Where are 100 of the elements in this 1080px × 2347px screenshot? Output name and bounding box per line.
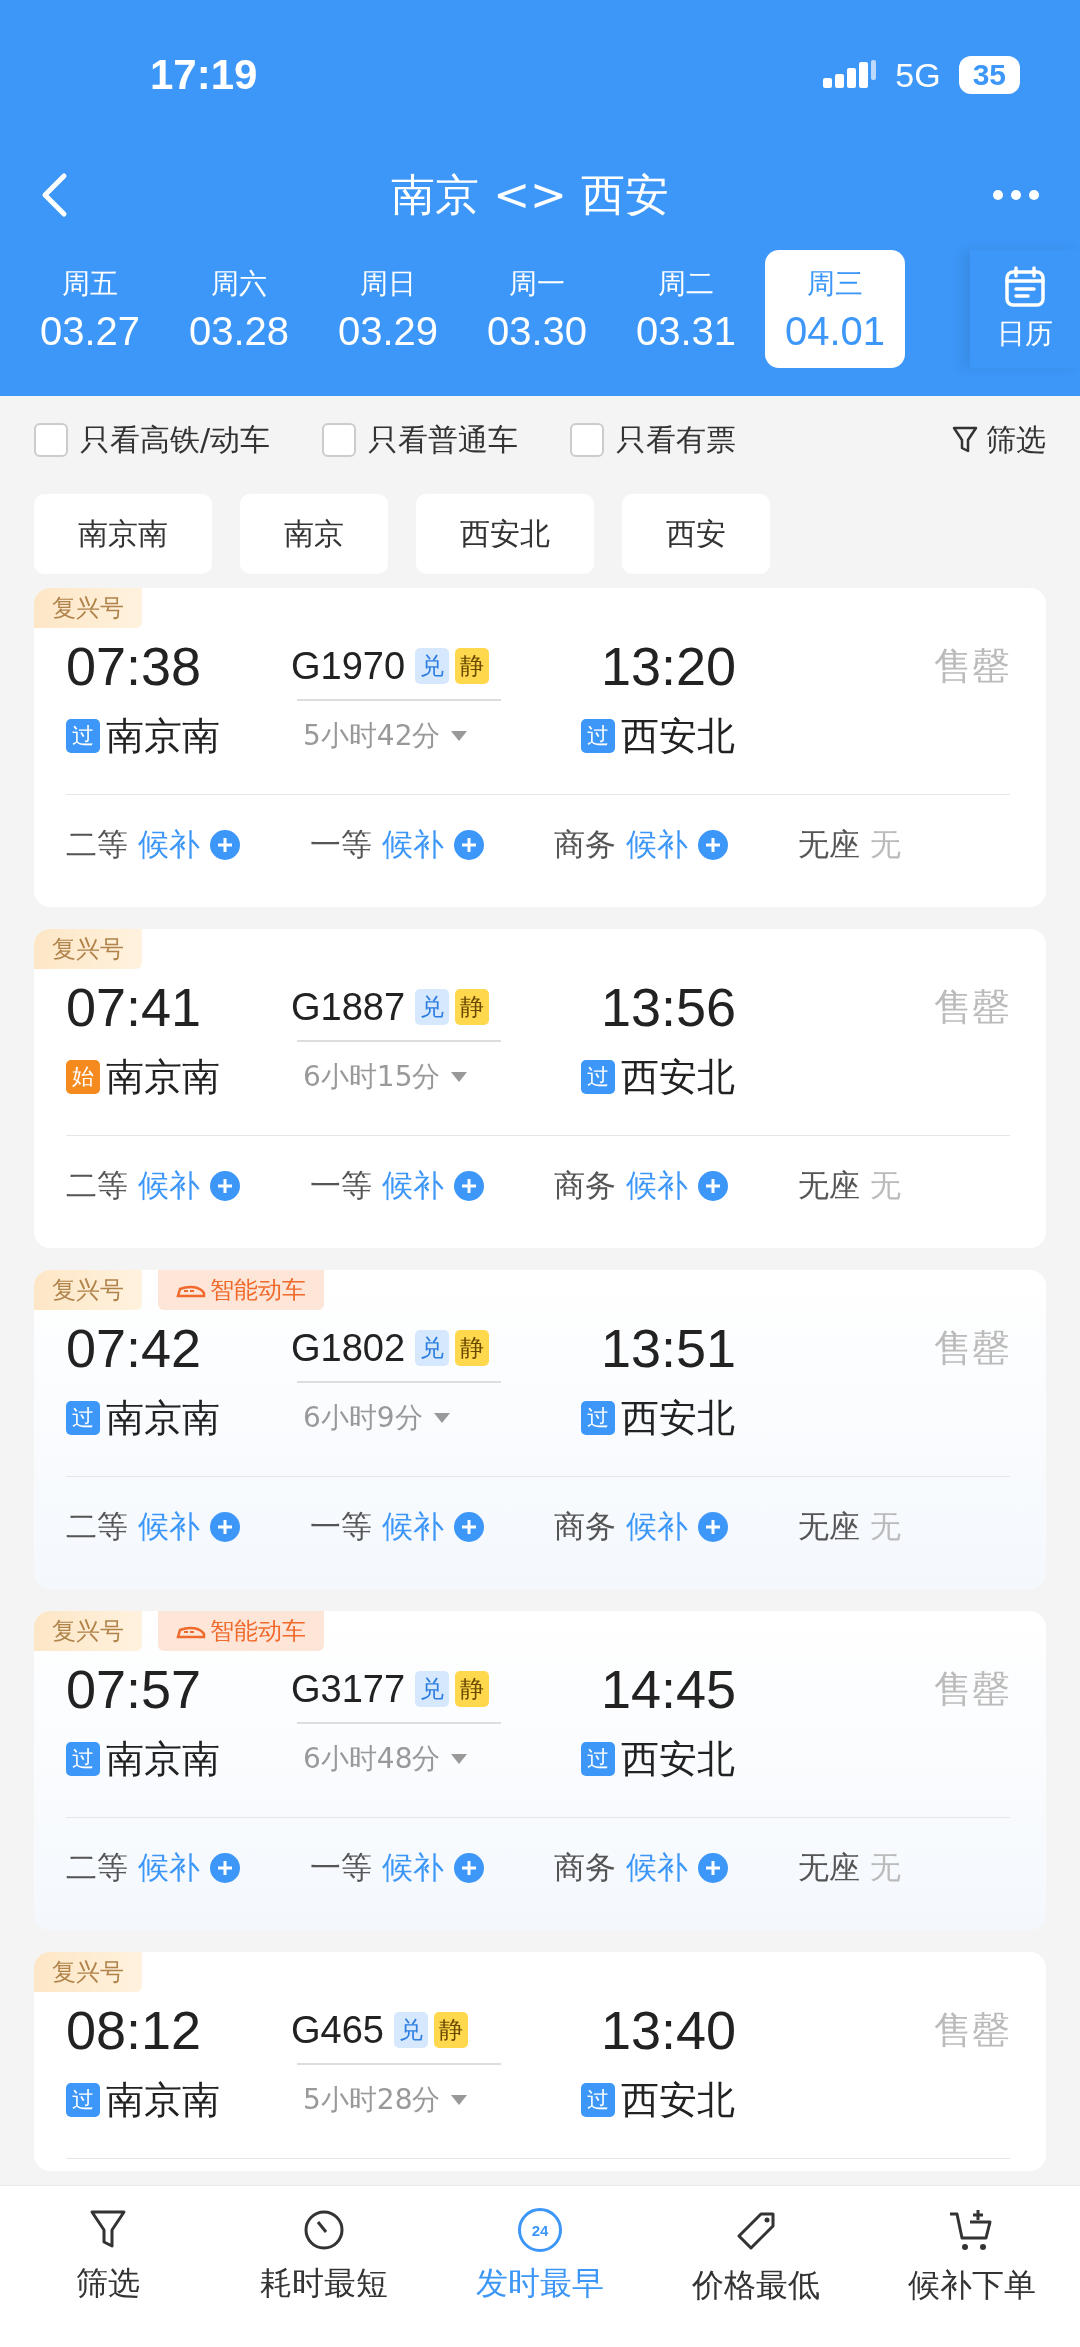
departure-time: 08:12: [66, 1999, 203, 2061]
checkbox[interactable]: [322, 423, 357, 457]
nav-tab[interactable]: 耗时最短: [229, 2208, 419, 2306]
caret-icon: [450, 2094, 469, 2106]
checkbox[interactable]: [34, 423, 68, 457]
date-tab[interactable]: 周二 03.31: [616, 250, 756, 368]
caret-icon: [432, 1412, 451, 1424]
arrival-station: 西安北: [621, 1053, 735, 1101]
plus-icon[interactable]: [698, 1512, 728, 1542]
train-badge: 兑: [415, 1671, 450, 1707]
seat-availability[interactable]: 候补: [382, 1847, 444, 1889]
train-number: G1887: [291, 985, 406, 1029]
nav-tab[interactable]: 候补下单: [877, 2208, 1067, 2308]
seat-class: 一等: [310, 1507, 372, 1546]
filter-label[interactable]: 只看普通车: [368, 419, 519, 461]
more-icon[interactable]: [992, 189, 1040, 201]
duration[interactable]: 5小时42分: [291, 717, 469, 755]
nav-tab[interactable]: 价格最低: [661, 2208, 851, 2308]
arrival-station: 西安北: [621, 2076, 735, 2124]
date-tab[interactable]: 周五 03.27: [20, 250, 160, 368]
train-badge: 静: [455, 1330, 490, 1366]
seat-availability: 无: [870, 825, 901, 864]
seat-class: 二等: [66, 1166, 128, 1205]
seat-class: 商务: [554, 1166, 616, 1205]
seat-availability[interactable]: 候补: [626, 1847, 688, 1889]
arrival-time: 13:56: [600, 976, 738, 1038]
station-mark: 过: [66, 1401, 100, 1435]
seat-availability[interactable]: 候补: [138, 1506, 200, 1548]
arrival-station: 西安北: [621, 712, 735, 760]
station-chip[interactable]: 南京: [240, 494, 388, 574]
departure-station: 南京南: [106, 1053, 220, 1101]
train-card[interactable]: 复兴号 07:38 G1970 兑 静 13:20 售罄 过 南京南 5小时42分 过 西安北 二等 候补 一等 候补 商务 候补 无座 无: [34, 588, 1046, 907]
date-tab[interactable]: 周一 03.30: [467, 250, 607, 368]
seat-class: 无座: [798, 1507, 860, 1546]
plus-icon[interactable]: [698, 1171, 728, 1201]
calendar-button[interactable]: 日历: [970, 250, 1080, 368]
plus-icon[interactable]: [454, 1171, 484, 1201]
train-card[interactable]: 复兴号 智能动车 07:42 G1802 兑 静 13:51 售罄 过 南京南 6小时9分 过 西安北 二等 候补 一等 候补 商务 候补 无座 无: [34, 1270, 1046, 1589]
seat-class: 一等: [310, 825, 372, 864]
seat-availability[interactable]: 候补: [626, 824, 688, 866]
station-mark: 过: [66, 719, 100, 753]
arrival-time: 13:51: [600, 1317, 738, 1379]
station-chip[interactable]: 南京南: [34, 494, 212, 574]
nav-tab[interactable]: 筛选: [13, 2208, 203, 2306]
departure-time: 07:38: [66, 635, 203, 697]
plus-icon[interactable]: [454, 1853, 484, 1883]
network-label: 5G: [895, 55, 941, 95]
departure-time: 07:42: [66, 1317, 203, 1379]
seat-class: 二等: [66, 825, 128, 864]
seat-availability[interactable]: 候补: [382, 824, 444, 866]
date-tab[interactable]: 周六 03.28: [169, 250, 309, 368]
duration[interactable]: 6小时15分: [291, 1058, 469, 1096]
plus-icon[interactable]: [210, 1171, 240, 1201]
train-tag: 复兴号: [34, 588, 142, 628]
duration[interactable]: 6小时48分: [291, 1740, 469, 1778]
station-chip[interactable]: 西安: [622, 494, 770, 574]
plus-icon[interactable]: [210, 1512, 240, 1542]
seat-availability: 无: [870, 1166, 901, 1205]
plus-icon[interactable]: [210, 830, 240, 860]
plus-icon[interactable]: [210, 1853, 240, 1883]
filter-label[interactable]: 只看有票: [616, 419, 737, 461]
seat-availability[interactable]: 候补: [138, 824, 200, 866]
station-mark: 过: [581, 1742, 615, 1776]
status-time: 17:19: [150, 51, 258, 99]
station-chip[interactable]: 西安北: [416, 494, 594, 574]
station-mark: 过: [66, 2083, 100, 2117]
station-mark: 过: [581, 1060, 615, 1094]
filter-label[interactable]: 只看高铁/动车: [80, 419, 271, 461]
duration[interactable]: 6小时9分: [291, 1399, 451, 1437]
train-tag: 智能动车: [158, 1270, 324, 1310]
arrival-time: 13:20: [600, 635, 738, 697]
duration[interactable]: 5小时28分: [291, 2081, 469, 2119]
plus-icon[interactable]: [698, 1853, 728, 1883]
calendar-icon: [1003, 265, 1047, 309]
train-number: G3177: [291, 1667, 406, 1711]
train-card[interactable]: 复兴号 07:41 G1887 兑 静 13:56 售罄 始 南京南 6小时15分 过 西安北 二等 候补 一等 候补 商务 候补 无座 无: [34, 929, 1046, 1248]
seat-availability[interactable]: 候补: [138, 1165, 200, 1207]
train-badge: 静: [455, 989, 490, 1025]
nav-tab[interactable]: 24 发时最早: [445, 2208, 635, 2306]
seat-availability[interactable]: 候补: [626, 1506, 688, 1548]
seat-availability[interactable]: 候补: [382, 1165, 444, 1207]
seat-availability[interactable]: 候补: [382, 1506, 444, 1548]
train-card[interactable]: 复兴号 08:12 G465 兑 静 13:40 售罄 过 南京南 5小时28分 过 西安北: [34, 1952, 1046, 2171]
ticket-status: 售罄: [934, 642, 1010, 690]
ticket-status: 售罄: [934, 1324, 1010, 1372]
plus-icon[interactable]: [454, 1512, 484, 1542]
train-badge: 兑: [415, 989, 450, 1025]
back-icon[interactable]: [40, 172, 68, 218]
filter-link[interactable]: 筛选: [952, 419, 1046, 461]
battery-level: 35: [958, 56, 1020, 94]
seat-availability[interactable]: 候补: [138, 1847, 200, 1889]
departure-time: 07:57: [66, 1658, 203, 1720]
date-tab[interactable]: 周日 03.29: [318, 250, 458, 368]
plus-icon[interactable]: [454, 830, 484, 860]
seat-availability[interactable]: 候补: [626, 1165, 688, 1207]
arrival-time: 13:40: [600, 1999, 738, 2061]
checkbox[interactable]: [570, 423, 605, 457]
date-tab[interactable]: 周三 04.01: [765, 250, 905, 368]
train-card[interactable]: 复兴号 智能动车 07:57 G3177 兑 静 14:45 售罄 过 南京南 6小时48分 过 西安北 二等 候补 一等 候补 商务 候补 无座 无: [34, 1611, 1046, 1930]
plus-icon[interactable]: [698, 830, 728, 860]
